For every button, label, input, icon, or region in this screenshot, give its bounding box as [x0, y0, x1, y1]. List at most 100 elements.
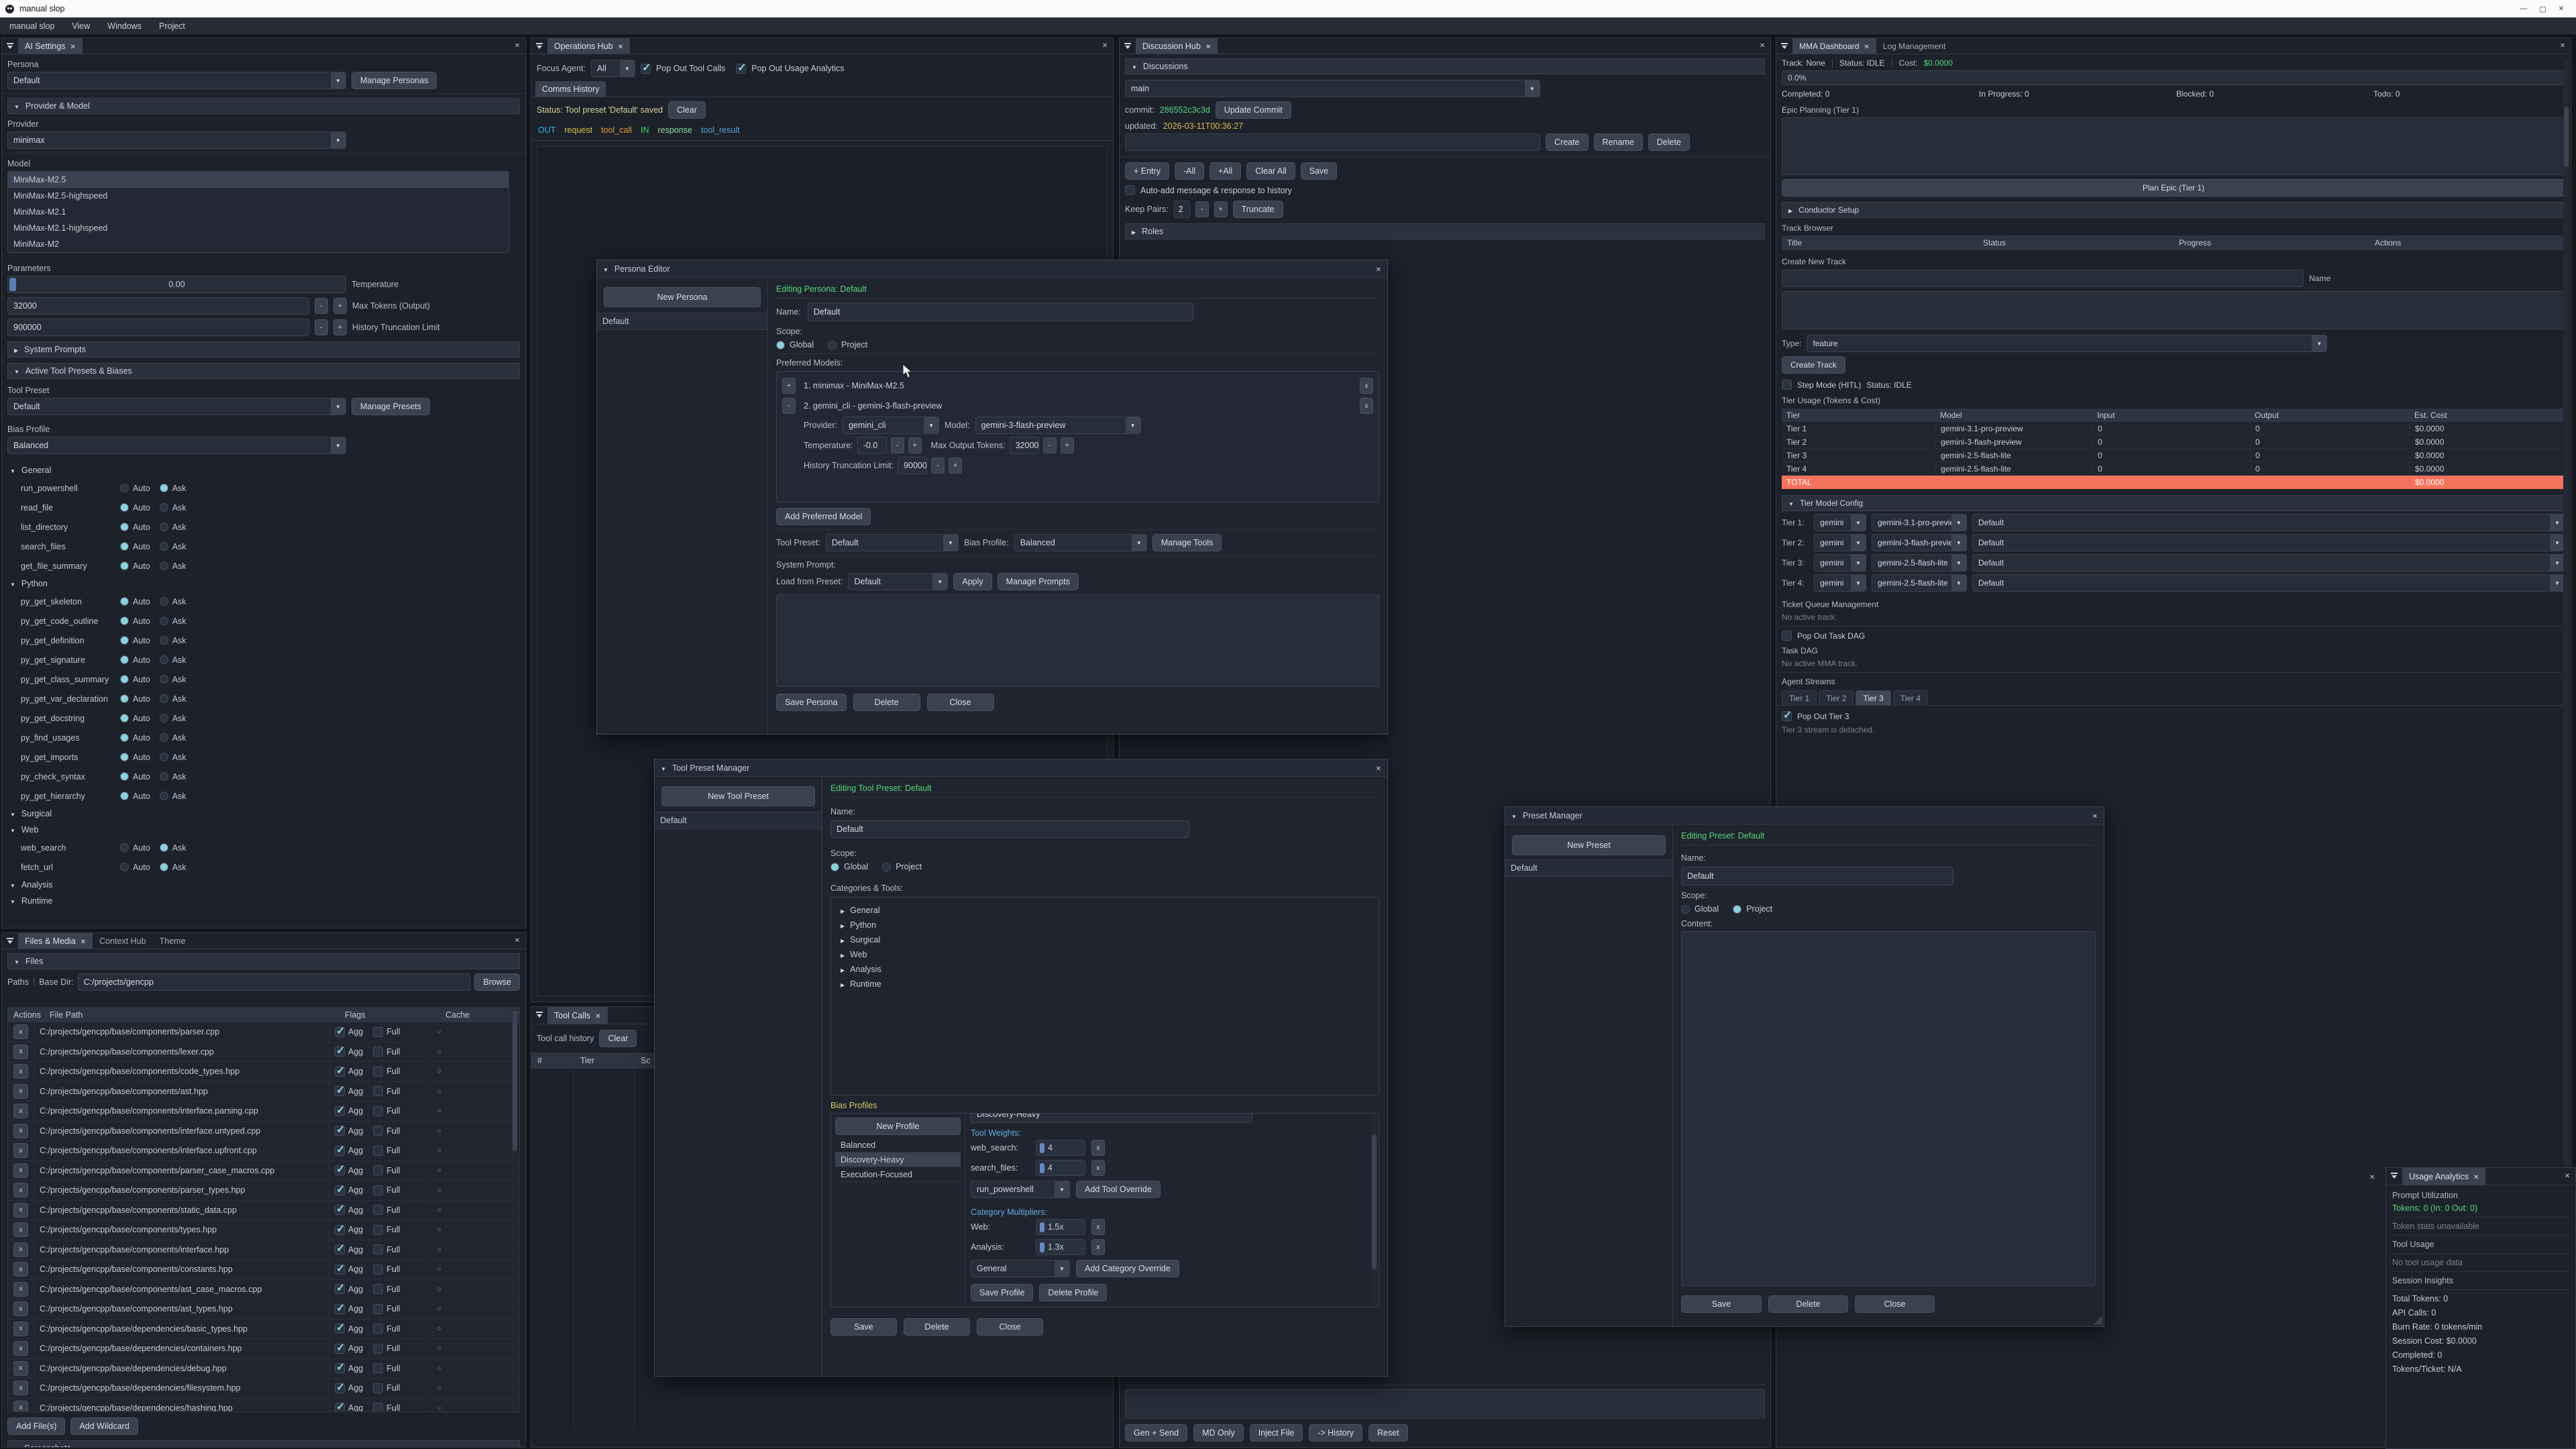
tab-ai-settings[interactable]: AI Settings	[18, 38, 83, 54]
keep-pairs-input[interactable]: 2	[1174, 201, 1190, 218]
tool-override-select[interactable]: run_powershell	[971, 1181, 1070, 1198]
remove-file-button[interactable]	[13, 1104, 28, 1118]
tier-model-select[interactable]: gemini-2.5-flash-lite	[1872, 554, 1967, 572]
track-description-textarea[interactable]	[1782, 291, 2565, 329]
auto-radio[interactable]	[120, 542, 129, 551]
tab-context-hub[interactable]: Context Hub	[93, 933, 152, 949]
tab-close-icon[interactable]	[618, 42, 623, 51]
focus-agent-select[interactable]: All	[591, 60, 635, 77]
decrement-button[interactable]	[315, 298, 328, 314]
popout-toolcalls-checkbox[interactable]	[641, 64, 651, 74]
add-entry-button[interactable]: + Entry	[1125, 162, 1169, 180]
increment-button[interactable]	[1061, 437, 1074, 453]
delete-discussion-button[interactable]: Delete	[1648, 133, 1690, 151]
agg-checkbox[interactable]	[335, 1284, 345, 1294]
bias-profile-select[interactable]: Balanced	[1014, 534, 1147, 551]
track-name-input[interactable]	[1782, 270, 2304, 287]
increment-button[interactable]	[1214, 201, 1228, 217]
preset-list-item[interactable]: Default	[1505, 859, 1672, 877]
new-persona-button[interactable]: New Persona	[604, 287, 761, 307]
full-checkbox[interactable]	[373, 1126, 383, 1136]
ask-radio[interactable]	[160, 484, 168, 492]
tier-provider-select[interactable]: gemini	[1814, 554, 1866, 572]
dock-icon[interactable]	[531, 1007, 547, 1024]
project-radio[interactable]	[828, 341, 837, 350]
new-preset-button[interactable]: New Preset	[1512, 835, 1666, 855]
roles-section[interactable]: Roles	[1125, 223, 1765, 239]
bias-group-row[interactable]: Python	[2, 576, 525, 592]
agg-checkbox[interactable]	[335, 1225, 345, 1235]
auto-radio[interactable]	[120, 616, 129, 625]
decrement-button[interactable]	[315, 319, 328, 335]
model-list-item[interactable]: MiniMax-M2.1-highspeed	[8, 220, 508, 236]
tab-tool-calls[interactable]: Tool Calls	[547, 1007, 608, 1024]
decrement-button[interactable]	[891, 437, 904, 453]
max-output-input[interactable]: 32000	[1010, 437, 1039, 454]
remove-file-button[interactable]	[13, 1282, 28, 1297]
auto-radio[interactable]	[120, 694, 129, 703]
autoadd-checkbox[interactable]	[1125, 185, 1135, 195]
tab-usage-analytics[interactable]: Usage Analytics	[2402, 1168, 2485, 1185]
remove-weight-button[interactable]	[1091, 1160, 1105, 1176]
tab-log-management[interactable]: Log Management	[1876, 38, 1952, 54]
agg-checkbox[interactable]	[335, 1205, 345, 1215]
system-prompts-section[interactable]: System Prompts	[7, 341, 520, 358]
tier-provider-select[interactable]: gemini	[1814, 514, 1866, 531]
remove-file-button[interactable]	[13, 1322, 28, 1336]
delete-persona-button[interactable]: Delete	[853, 694, 920, 711]
create-track-button[interactable]: Create Track	[1782, 356, 1845, 374]
ask-radio[interactable]	[160, 523, 168, 531]
tab-theme[interactable]: Theme	[153, 933, 193, 949]
dialog-close-icon[interactable]	[1376, 264, 1381, 274]
add-preferred-model-button[interactable]: Add Preferred Model	[776, 508, 871, 525]
agg-checkbox[interactable]	[335, 1046, 345, 1057]
stream-tab[interactable]: Tier 2	[1819, 690, 1854, 705]
content-textarea[interactable]	[1681, 931, 2096, 1286]
agg-checkbox[interactable]	[335, 1383, 345, 1393]
model-select[interactable]: gemini-3-flash-preview	[975, 417, 1141, 434]
stream-tab[interactable]: Tier 1	[1782, 690, 1817, 705]
tab-close-icon[interactable]	[2473, 1172, 2479, 1181]
new-profile-button[interactable]: New Profile	[835, 1118, 961, 1135]
full-checkbox[interactable]	[373, 1383, 383, 1393]
delete-button[interactable]: Delete	[1768, 1295, 1848, 1313]
decrement-button[interactable]	[1043, 437, 1057, 453]
manage-tools-button[interactable]: Manage Tools	[1152, 534, 1222, 551]
auto-radio[interactable]	[120, 503, 129, 512]
ask-radio[interactable]	[160, 694, 168, 703]
dock-icon[interactable]	[531, 38, 547, 54]
panel-close-icon[interactable]	[509, 38, 525, 54]
tab-close-icon[interactable]	[80, 936, 86, 946]
save-button[interactable]: Save	[830, 1318, 897, 1336]
popout-tier3-checkbox[interactable]	[1782, 711, 1792, 721]
resize-grip[interactable]	[2093, 1316, 2102, 1325]
decrement-button[interactable]	[1195, 201, 1209, 217]
collapse-icon[interactable]	[603, 264, 608, 274]
bias-group-row[interactable]: Surgical	[2, 806, 525, 822]
remove-file-button[interactable]	[13, 1401, 28, 1412]
auto-radio[interactable]	[120, 753, 129, 761]
global-radio[interactable]	[776, 341, 785, 350]
full-checkbox[interactable]	[373, 1324, 383, 1334]
screenshots-section[interactable]: Screenshots	[7, 1440, 520, 1448]
remove-multiplier-button[interactable]	[1091, 1239, 1105, 1255]
agg-checkbox[interactable]	[335, 1086, 345, 1096]
composer-button[interactable]: Reset	[1368, 1424, 1408, 1442]
history-limit-input[interactable]: 900000	[7, 319, 309, 336]
ask-radio[interactable]	[160, 597, 168, 606]
tier-preset-select[interactable]: Default	[1972, 514, 2565, 531]
dialog-close-icon[interactable]	[2092, 811, 2098, 820]
browse-button[interactable]: Browse	[474, 973, 520, 991]
auto-radio[interactable]	[120, 733, 129, 742]
save-profile-button[interactable]: Save Profile	[971, 1284, 1033, 1301]
ask-radio[interactable]	[160, 843, 168, 852]
remove-model-button[interactable]	[1360, 398, 1373, 414]
tier-preset-select[interactable]: Default	[1972, 554, 2565, 572]
full-checkbox[interactable]	[373, 1046, 383, 1057]
menu-item[interactable]: Windows	[107, 21, 142, 31]
manage-prompts-button[interactable]: Manage Prompts	[998, 573, 1079, 590]
base-dir-input[interactable]: C:/projects/gencpp	[78, 973, 471, 991]
move-up-button[interactable]	[782, 398, 796, 414]
close-dialog-button[interactable]: Close	[1855, 1295, 1935, 1313]
add-category-override-button[interactable]: Add Category Override	[1076, 1260, 1179, 1277]
